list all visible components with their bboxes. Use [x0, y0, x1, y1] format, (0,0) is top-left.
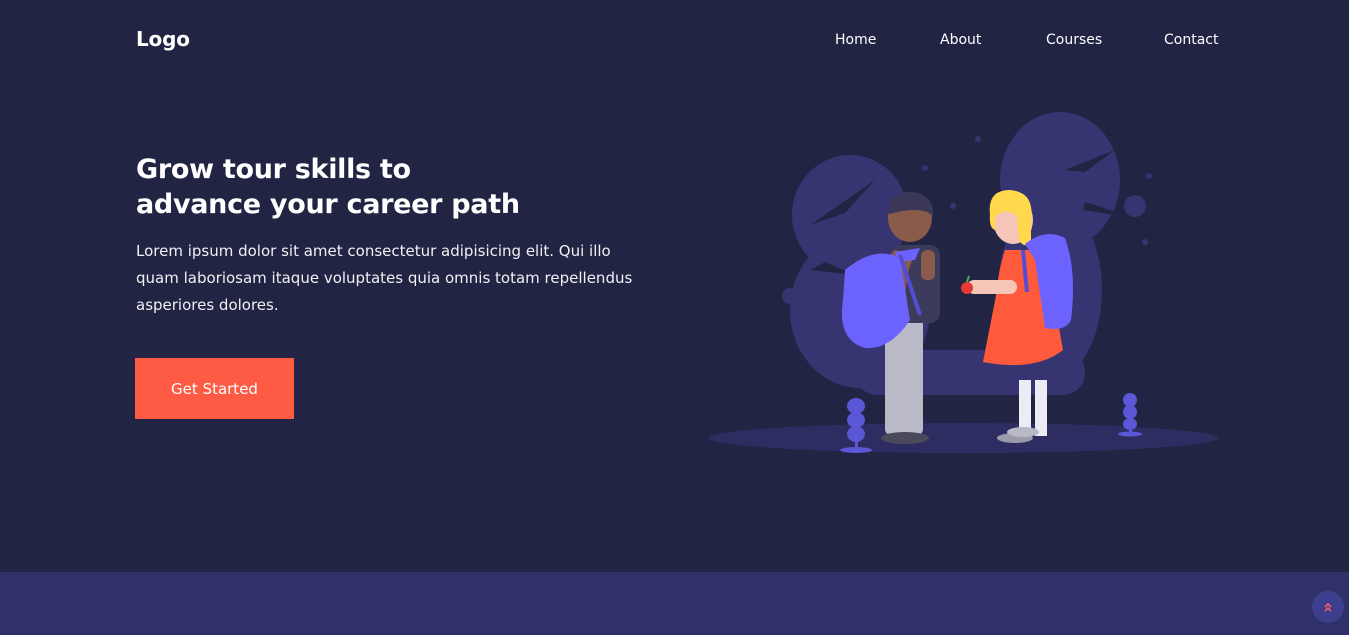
nav-contact[interactable]: Contact — [1164, 32, 1218, 48]
nav-home[interactable]: Home — [835, 32, 876, 48]
footer-band — [0, 572, 1349, 635]
students-illustration — [705, 110, 1225, 470]
get-started-button[interactable]: Get Started — [135, 358, 294, 419]
double-chevron-up-icon — [1324, 602, 1332, 612]
nav-courses[interactable]: Courses — [1046, 32, 1102, 48]
hero-title-line-1: Grow tour skills to — [136, 154, 411, 185]
navbar: Logo Home About Courses Contact — [0, 0, 1349, 80]
students-with-backpacks-illustration-icon — [708, 112, 1218, 453]
nav-about[interactable]: About — [940, 32, 981, 48]
hero-text: Grow tour skills to advance your career … — [136, 152, 676, 319]
scroll-to-top-button[interactable] — [1312, 591, 1344, 623]
main-nav: Home About Courses Contact — [0, 32, 1349, 52]
hero-description: Lorem ipsum dolor sit amet consectetur a… — [136, 242, 633, 314]
hero-title: Grow tour skills to advance your career … — [136, 152, 676, 222]
hero-title-line-2: advance your career path — [136, 189, 520, 220]
